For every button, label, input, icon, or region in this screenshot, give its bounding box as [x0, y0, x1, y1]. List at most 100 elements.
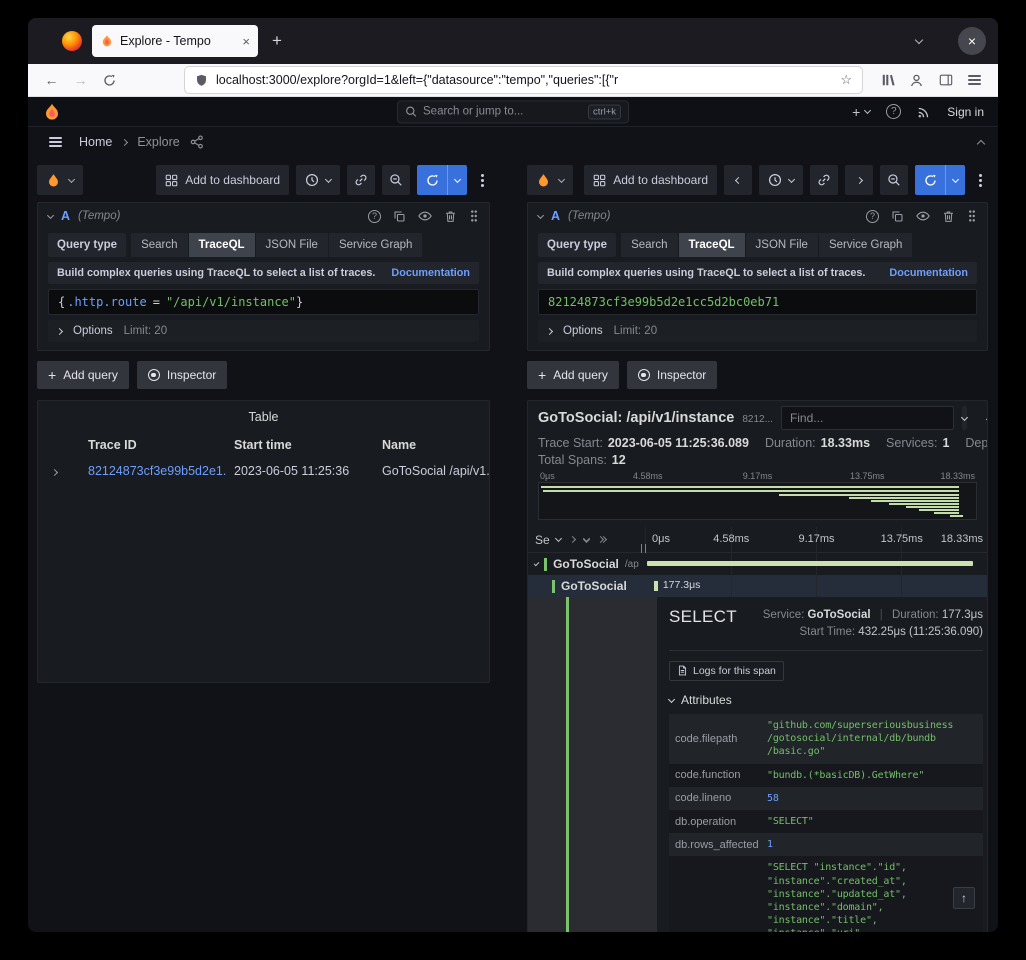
find-next-button[interactable] — [962, 406, 967, 430]
tab-service-graph[interactable]: Service Graph — [329, 233, 423, 257]
run-query-caret[interactable] — [945, 165, 965, 195]
forward-button[interactable]: → — [67, 67, 94, 94]
datasource-picker[interactable] — [527, 165, 573, 195]
expand-all-icon[interactable] — [584, 538, 589, 542]
tab-close-button[interactable]: × — [242, 34, 250, 49]
drag-handle-icon[interactable] — [967, 209, 977, 223]
delete-query-trash-icon[interactable] — [444, 210, 457, 223]
query-help-icon[interactable]: ? — [866, 210, 879, 223]
grafana-logo-icon[interactable] — [42, 102, 62, 122]
nav-search[interactable]: Search or jump to... ctrl+k — [397, 100, 629, 123]
breadcrumb-home[interactable]: Home — [79, 135, 112, 149]
copy-link-button[interactable] — [347, 165, 375, 195]
documentation-link[interactable]: Documentation — [889, 267, 968, 279]
drag-handle-icon[interactable] — [469, 209, 479, 223]
add-query-button[interactable]: + Add query — [37, 361, 129, 389]
tab-search[interactable]: Search — [621, 233, 677, 257]
collapse-one-icon[interactable] — [569, 536, 576, 543]
share-icon[interactable] — [190, 135, 204, 149]
add-to-dashboard-button[interactable]: Add to dashboard — [584, 165, 717, 195]
time-picker-button[interactable] — [296, 165, 340, 195]
attributes-toggle[interactable]: Attributes — [669, 693, 983, 707]
reload-button[interactable] — [96, 67, 123, 94]
library-icon[interactable] — [874, 67, 901, 94]
kebab-menu-button[interactable] — [474, 179, 490, 182]
service-column-header[interactable]: Se — [528, 527, 646, 552]
datasource-picker[interactable] — [37, 165, 83, 195]
logs-for-span-button[interactable]: Logs for this span — [669, 661, 784, 681]
back-button[interactable]: ← — [38, 67, 65, 94]
run-query-main[interactable] — [417, 174, 447, 187]
query-collapse-chevron[interactable] — [537, 211, 544, 218]
news-feed-icon[interactable] — [917, 105, 931, 119]
add-to-dashboard-button[interactable]: Add to dashboard — [156, 165, 289, 195]
mega-menu-toggle[interactable] — [42, 129, 69, 156]
traceql-editor[interactable]: {.http.route="/api/v1/instance"} — [48, 289, 479, 315]
tab-traceql[interactable]: TraceQL — [189, 233, 255, 257]
firefox-icon[interactable] — [62, 31, 82, 51]
bookmark-star-icon[interactable]: ☆ — [840, 72, 852, 88]
query-collapse-chevron[interactable] — [47, 211, 54, 218]
span-row-root[interactable]: GoToSocial /api/... — [528, 553, 987, 575]
account-icon[interactable] — [903, 67, 930, 94]
trace-id-link[interactable]: 82124873cf3e99b5d2e1... — [80, 464, 226, 478]
browser-tab[interactable]: Explore - Tempo × — [92, 25, 258, 57]
run-query-button[interactable] — [915, 165, 965, 195]
span-bar[interactable] — [654, 581, 658, 591]
row-expander-icon[interactable] — [38, 464, 80, 478]
tab-json-file[interactable]: JSON File — [746, 233, 818, 257]
copy-link-button[interactable] — [810, 165, 838, 195]
query-help-icon[interactable]: ? — [368, 210, 381, 223]
time-shift-forward-button[interactable] — [845, 165, 873, 195]
zoom-out-button[interactable] — [382, 165, 410, 195]
help-icon[interactable]: ? — [886, 104, 901, 119]
add-menu-button[interactable]: + — [852, 104, 870, 120]
documentation-link[interactable]: Documentation — [391, 267, 470, 279]
col-header-start-time[interactable]: Start time — [226, 438, 374, 452]
kebab-menu-button[interactable] — [972, 179, 988, 182]
inspector-button[interactable]: Inspector — [137, 361, 227, 389]
time-shift-back-button[interactable] — [724, 165, 752, 195]
find-input[interactable] — [781, 406, 954, 430]
sidebar-icon[interactable] — [932, 67, 959, 94]
zoom-out-button[interactable] — [880, 165, 908, 195]
span-row-selected[interactable]: GoToSocial 177.3μs — [528, 575, 987, 597]
disable-query-eye-icon[interactable] — [418, 210, 432, 222]
options-toggle[interactable]: Options Limit: 20 — [538, 320, 977, 342]
delete-query-trash-icon[interactable] — [942, 210, 955, 223]
window-close-button[interactable]: × — [958, 27, 986, 55]
table-row[interactable]: 82124873cf3e99b5d2e1... 2023-06-05 11:25… — [38, 458, 489, 484]
trace-minimap[interactable]: 0μs 4.58ms 9.17ms 13.75ms 18.33ms — [538, 470, 977, 520]
duplicate-query-icon[interactable] — [891, 210, 904, 223]
url-bar[interactable]: localhost:3000/explore?orgId=1&left={"da… — [185, 67, 862, 93]
find-prev-button[interactable] — [987, 406, 988, 430]
tab-search[interactable]: Search — [131, 233, 187, 257]
run-query-button[interactable] — [417, 165, 467, 195]
span-bar[interactable] — [647, 561, 973, 566]
col-header-name[interactable]: Name — [374, 438, 489, 452]
tab-json-file[interactable]: JSON File — [256, 233, 328, 257]
span-name-cell: GoToSocial /api/... — [528, 553, 646, 575]
add-query-button[interactable]: + Add query — [527, 361, 619, 389]
tab-service-graph[interactable]: Service Graph — [819, 233, 913, 257]
minimap-canvas[interactable] — [538, 482, 977, 520]
options-toggle[interactable]: Options Limit: 20 — [48, 320, 479, 342]
column-resize-handle[interactable] — [641, 544, 646, 553]
tab-traceql[interactable]: TraceQL — [679, 233, 745, 257]
new-tab-button[interactable]: + — [272, 31, 282, 51]
traceql-editor[interactable]: 82124873cf3e99b5d2e1cc5d2bc0eb71 — [538, 289, 977, 315]
disable-query-eye-icon[interactable] — [916, 210, 930, 222]
list-all-tabs-button[interactable] — [916, 39, 922, 43]
sign-in-link[interactable]: Sign in — [947, 105, 984, 119]
time-picker-button[interactable] — [759, 165, 803, 195]
duplicate-query-icon[interactable] — [393, 210, 406, 223]
run-query-caret[interactable] — [447, 165, 467, 195]
scroll-to-top-button[interactable]: ↑ — [953, 887, 975, 909]
collapse-all-icon[interactable] — [598, 537, 606, 542]
collapse-toolbar-button[interactable] — [977, 139, 985, 147]
span-collapse-chevron[interactable] — [534, 560, 540, 566]
run-query-main[interactable] — [915, 174, 945, 187]
menu-icon[interactable] — [961, 67, 988, 94]
col-header-trace-id[interactable]: Trace ID — [80, 438, 226, 452]
inspector-button[interactable]: Inspector — [627, 361, 717, 389]
